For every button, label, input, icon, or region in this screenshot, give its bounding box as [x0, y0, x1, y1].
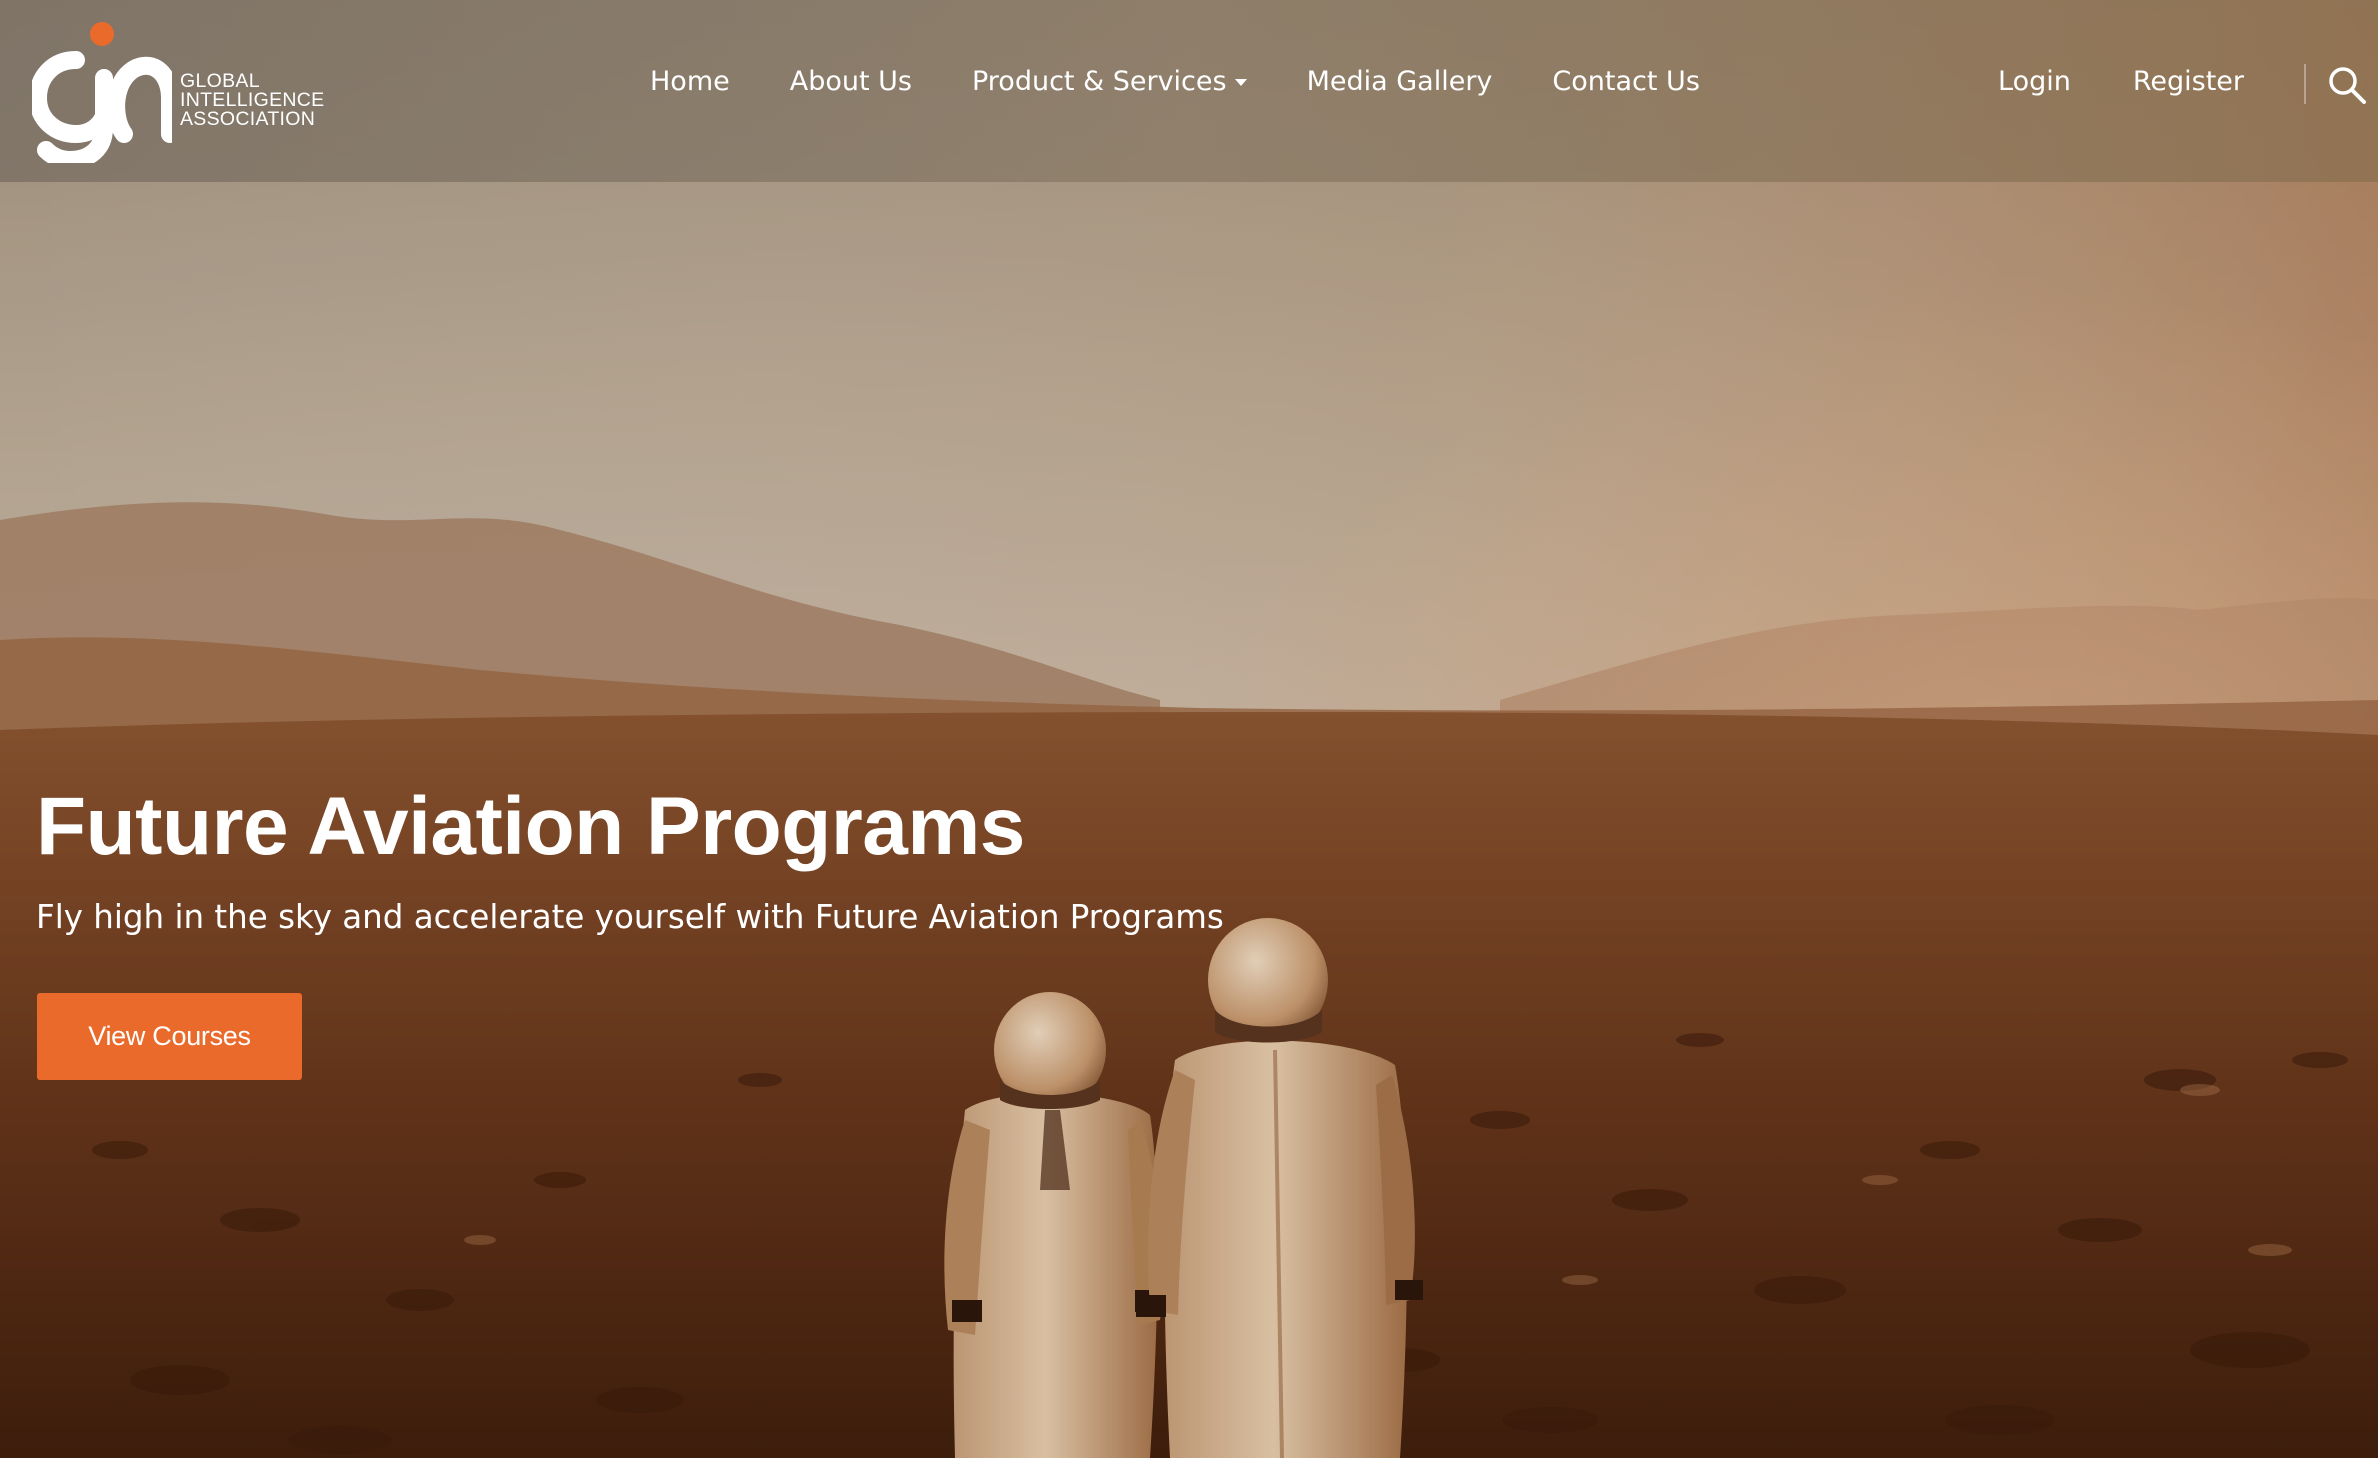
site-header: GLOBAL INTELLIGENCE ASSOCIATION Home Abo…: [0, 0, 2378, 182]
logo-line-3: ASSOCIATION: [180, 108, 316, 130]
nav-media-gallery[interactable]: Media Gallery: [1307, 66, 1493, 97]
nav-contact-us[interactable]: Contact Us: [1552, 66, 1699, 97]
nav-product-services-label: Product & Services: [971, 66, 1227, 97]
nav-home[interactable]: Home: [650, 66, 730, 97]
register-link[interactable]: Register: [2133, 66, 2244, 97]
search-button[interactable]: [2326, 64, 2368, 106]
search-icon: [2329, 67, 2366, 104]
nav-about-us-label: About Us: [789, 66, 912, 97]
hero-title: Future Aviation Programs: [36, 781, 1025, 872]
gia-logo-icon: [32, 22, 172, 163]
login-link[interactable]: Login: [1998, 66, 2071, 97]
header-divider: [2304, 64, 2306, 104]
nav-product-services[interactable]: Product & Services: [972, 66, 1247, 97]
hero-background-image: [0, 0, 2378, 1458]
caret-down-icon: [1234, 79, 1247, 86]
main-nav: Home About Us Product & Services Media G…: [650, 66, 1760, 97]
auth-links: Login Register: [1998, 66, 2306, 97]
logo-wordmark: GLOBAL INTELLIGENCE ASSOCIATION: [180, 71, 324, 130]
hero-subtitle: Fly high in the sky and accelerate yours…: [36, 898, 1224, 936]
landing-page: GLOBAL INTELLIGENCE ASSOCIATION Home Abo…: [0, 0, 2378, 1458]
nav-home-label: Home: [650, 66, 730, 97]
nav-media-gallery-label: Media Gallery: [1306, 66, 1493, 97]
nav-contact-us-label: Contact Us: [1552, 66, 1700, 97]
logo-link[interactable]: GLOBAL INTELLIGENCE ASSOCIATION: [32, 18, 332, 163]
view-courses-button[interactable]: View Courses: [37, 993, 302, 1080]
nav-about-us[interactable]: About Us: [790, 66, 912, 97]
